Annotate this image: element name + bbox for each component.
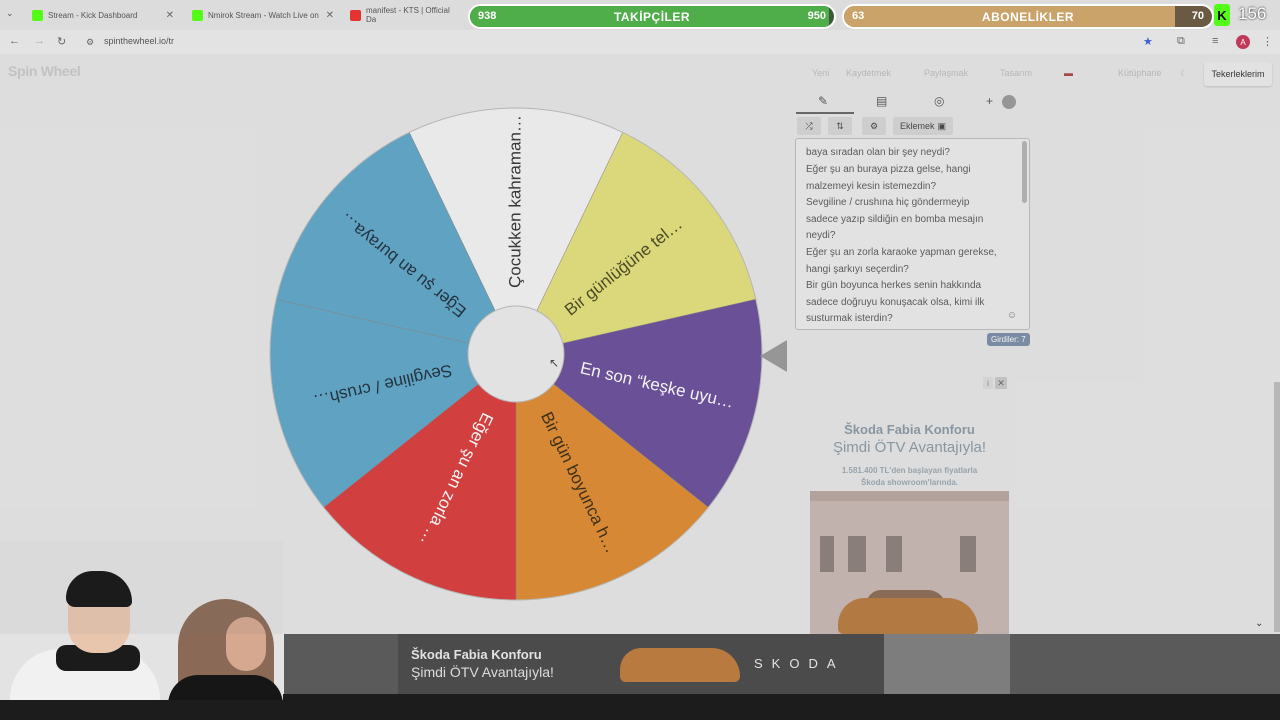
add-image-button[interactable]: Eklemek ▣: [893, 117, 953, 135]
entry-line: hangi şarkıyı seçerdin?: [806, 264, 909, 275]
page-scrollbar[interactable]: [1274, 382, 1280, 632]
url-field[interactable]: spinthewheel.io/tr: [104, 36, 174, 46]
mouse-cursor-icon: ↖: [549, 356, 560, 370]
forward-icon[interactable]: →: [34, 35, 45, 47]
viewer-count: 156: [1238, 4, 1267, 23]
shuffle-button[interactable]: ⤮: [797, 117, 821, 135]
close-icon[interactable]: ✕: [326, 10, 334, 21]
ad-info-icon[interactable]: i: [983, 377, 993, 389]
ad-body: 1.581.400 TL'den başlayan fiyatlarla Ško…: [810, 465, 1009, 489]
wheel-segment-label: Çocukken kahraman…: [505, 115, 524, 288]
nav-design[interactable]: Tasarım: [1000, 68, 1032, 78]
tab-title: manifest - KTS | Official Da: [366, 6, 450, 24]
skoda-ad-banner[interactable]: i ✕ Škoda Fabia Konforu Şimdi ÖTV Avanta…: [810, 376, 1009, 634]
nav-save[interactable]: Kaydetmek: [846, 68, 891, 78]
settings-button[interactable]: ⚙: [862, 117, 886, 135]
close-icon[interactable]: ✕: [166, 10, 174, 21]
tab-search-icon[interactable]: ⌄: [6, 8, 14, 19]
edit-pencil-icon[interactable]: ✎: [818, 94, 828, 108]
followers-goal-bar: TAKİPÇİLER 938 950: [468, 4, 836, 29]
followers-current: 938: [478, 10, 497, 22]
hide-eye-icon[interactable]: ◎: [934, 94, 944, 108]
menu-icon[interactable]: ⋮: [1262, 35, 1273, 48]
skoda-logo-text: SKODA: [754, 656, 845, 671]
bottom-ad-background: [884, 634, 1010, 694]
subs-label: ABONELİKLER: [981, 9, 1075, 24]
bottom-ad-title: Škoda Fabia Konforu: [411, 647, 542, 662]
entry-line: neydi?: [806, 230, 836, 241]
sort-icon: ⇅: [836, 120, 844, 131]
bottom-skoda-ad[interactable]: Škoda Fabia Konforu Şimdi ÖTV Avantajıyl…: [398, 634, 884, 694]
nav-library[interactable]: Kütüphane: [1118, 68, 1162, 78]
entries-scrollbar[interactable]: [1022, 141, 1027, 203]
nav-share[interactable]: Paylaşmak: [924, 68, 968, 78]
profile-avatar[interactable]: A: [1236, 35, 1250, 49]
entries-textarea[interactable]: baya sıradan olan bir şey neydi? Eğer şu…: [795, 138, 1030, 330]
extensions-icon[interactable]: ⧉: [1177, 35, 1185, 48]
entry-line: Eğer şu an zorla karaoke yapman gerekse,: [806, 247, 997, 258]
browser-tab[interactable]: manifest - KTS | Official Da: [344, 4, 466, 26]
nav-new[interactable]: Yeni: [812, 68, 829, 78]
add-button-label: Eklemek: [899, 121, 935, 131]
spin-wheel[interactable]: Çocukken kahraman… Bir günlüğüne tel…En s…: [266, 104, 766, 604]
entry-line: baya sıradan olan bir şey neydi?: [806, 147, 950, 158]
entries-count-badge: Girdiler: 7: [987, 333, 1030, 346]
ad-car-image: [838, 598, 978, 634]
collapse-chevron-icon[interactable]: ⌄: [1255, 618, 1263, 629]
followers-label: TAKİPÇİLER: [613, 9, 691, 24]
bottom-ad-subtitle: Şimdi ÖTV Avantajıyla!: [411, 664, 554, 680]
streamer-2-body: [168, 675, 283, 700]
kick-favicon-icon: [32, 9, 43, 21]
entry-line: Bir gün boyunca herkes senin hakkında: [806, 280, 982, 291]
kick-favicon-icon: [192, 9, 203, 21]
add-wheel-icon[interactable]: +: [986, 94, 993, 108]
language-flag-icon[interactable]: ▬: [1064, 68, 1073, 78]
site-info-icon[interactable]: ⚙: [86, 37, 94, 48]
wheel-center-hub[interactable]: [467, 305, 565, 403]
globe-icon[interactable]: [1002, 95, 1016, 109]
reload-icon[interactable]: ↻: [57, 35, 66, 48]
bookmark-star-icon[interactable]: ★: [1143, 35, 1153, 48]
tab-title: Nmirok Stream - Watch Live on: [208, 10, 319, 20]
my-wheels-button[interactable]: Tekerleklerim: [1204, 62, 1272, 86]
entry-line: susturmak isterdin?: [806, 313, 893, 324]
youtube-favicon-icon: [350, 9, 361, 21]
subs-current: 63: [852, 10, 865, 22]
followers-goal: 950: [807, 10, 826, 22]
entry-line: malzemeyi kesin istemezdin?: [806, 181, 937, 192]
streamer-2-face: [226, 617, 266, 671]
emoji-icon[interactable]: ☺: [1007, 310, 1017, 321]
results-clipboard-icon[interactable]: ▤: [876, 94, 887, 108]
active-tab-indicator: [796, 112, 854, 114]
browser-tab[interactable]: Stream - Kick Dashboard ✕: [26, 4, 180, 26]
image-icon: ▣: [937, 120, 947, 131]
wheel-pointer-arrow: [760, 340, 787, 372]
ad-title: Škoda Fabia Konforu: [844, 422, 975, 437]
bottom-ad-car-image: [620, 648, 740, 682]
subs-goal: 70: [1191, 10, 1204, 22]
entry-line: Sevgiline / crushına hiç göndermeyip: [806, 197, 970, 208]
kick-logo-icon: K: [1214, 4, 1230, 26]
browser-tab[interactable]: Nmirok Stream - Watch Live on ✕: [186, 4, 340, 26]
entry-line: sadece doğruyu konuşacak olsa, kimi ilk: [806, 297, 985, 308]
shuffle-icon: ⤮: [805, 120, 813, 131]
entry-line: Eğer şu an buraya pizza gelse, hangi: [806, 164, 971, 175]
tab-title: Stream - Kick Dashboard: [48, 10, 138, 20]
close-icon[interactable]: ✕: [995, 377, 1007, 389]
media-icon[interactable]: ≡: [1212, 35, 1218, 47]
dark-mode-icon[interactable]: ☾: [1180, 68, 1188, 79]
site-logo[interactable]: Spin Wheel: [8, 63, 81, 79]
entry-line: sadece yazıp sildiğin en bomba mesajın: [806, 214, 984, 225]
subs-goal-bar: ABONELİKLER 63 70: [842, 4, 1214, 29]
ad-showroom-text: Škoda showroom'larında.: [860, 478, 959, 487]
screen: ⌄ Stream - Kick Dashboard ✕ Nmirok Strea…: [0, 0, 1280, 720]
sort-button[interactable]: ⇅: [828, 117, 852, 135]
ad-subtitle: Şimdi ÖTV Avantajıyla!: [832, 439, 987, 456]
webcam-overlay: [0, 541, 283, 700]
back-icon[interactable]: ←: [9, 35, 20, 47]
ad-price-text: 1.581.400 TL'den başlayan fiyatlarla: [841, 466, 978, 475]
gear-icon: ⚙: [869, 120, 879, 131]
address-bar: ← → ↻ ⚙ spinthewheel.io/tr ★ ⧉ ≡ A ⋮: [0, 30, 1280, 54]
